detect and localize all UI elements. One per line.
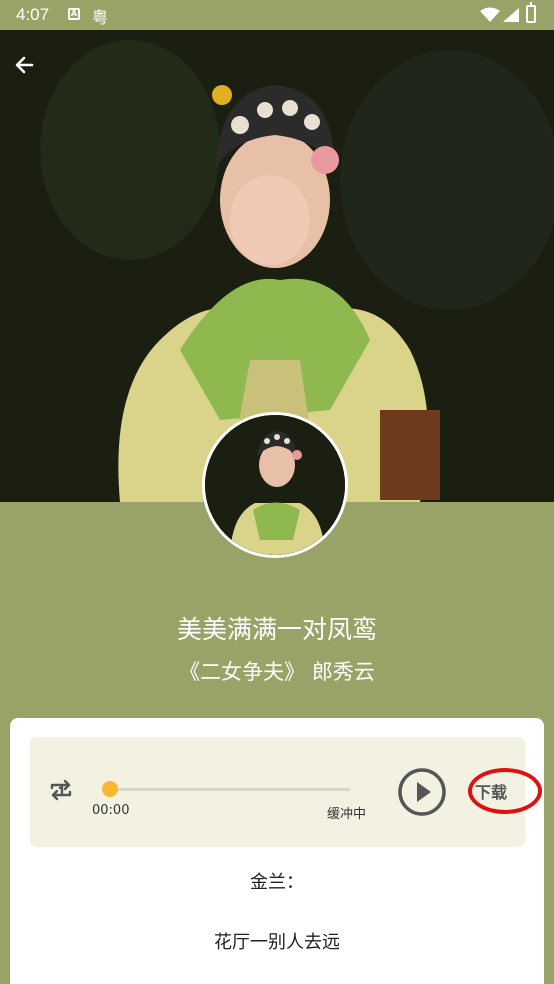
arrow-left-icon <box>15 56 34 74</box>
notification-yue-icon: 粤 <box>92 8 109 27</box>
progress-thumb[interactable] <box>102 781 118 797</box>
lyrics-card: 00:00 缓冲中 下载 金兰： 花厅一别人去远 <box>10 718 544 984</box>
highlight-circle <box>468 768 542 814</box>
progress-track[interactable] <box>105 788 350 791</box>
status-time: 4:07 <box>16 5 50 24</box>
current-time: 00:00 <box>92 803 130 818</box>
buffering-status: 缓冲中 <box>327 807 367 822</box>
repeat-button[interactable] <box>47 776 75 804</box>
play-icon <box>417 782 431 802</box>
avatar-performer-image <box>205 415 345 555</box>
wifi-icon <box>480 7 500 22</box>
lyric-line: 花厅一别人去远 <box>214 932 340 953</box>
repeat-icon <box>50 779 72 801</box>
status-bar: 4:07 A 粤 <box>0 0 554 30</box>
notification-a-icon: A <box>68 8 80 20</box>
back-button[interactable] <box>10 50 40 80</box>
audio-player: 00:00 缓冲中 下载 <box>30 737 542 847</box>
song-subtitle: 《二女争夫》 郎秀云 <box>179 660 375 684</box>
battery-icon <box>526 2 536 23</box>
lyric-speaker: 金兰： <box>250 872 304 893</box>
song-title: 美美满满一对凤鸾 <box>176 615 377 644</box>
album-avatar <box>202 412 348 558</box>
play-button[interactable] <box>397 767 447 817</box>
signal-icon <box>503 8 519 22</box>
